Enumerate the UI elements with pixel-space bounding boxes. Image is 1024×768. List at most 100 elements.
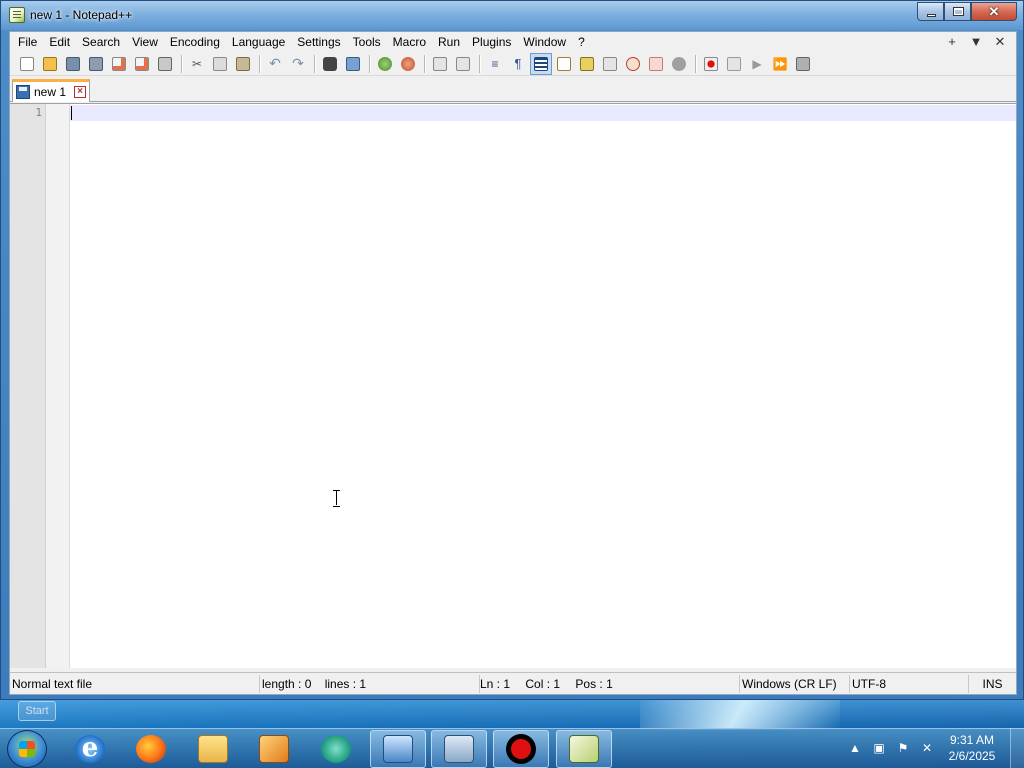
replace-button[interactable] — [342, 53, 364, 75]
status-encoding[interactable]: UTF-8 — [849, 674, 968, 693]
line-number-gutter: 1 — [10, 104, 46, 668]
status-pos: Pos : 1 — [575, 676, 613, 691]
menu-search[interactable]: Search — [76, 32, 126, 52]
taskbar-network[interactable] — [431, 730, 487, 768]
close-window-button[interactable]: ✕ — [971, 2, 1017, 21]
zoom-in-icon — [378, 56, 392, 71]
menu-window[interactable]: Window — [517, 32, 572, 52]
new-file-icon — [20, 56, 34, 71]
volume-muted-icon[interactable]: ✕ — [918, 739, 936, 757]
zoom-in-button[interactable] — [374, 53, 396, 75]
save-button[interactable] — [62, 53, 84, 75]
record-macro-icon — [704, 56, 718, 71]
word-wrap-button[interactable]: ≡ — [484, 53, 506, 75]
menu-tools[interactable]: Tools — [347, 32, 387, 52]
close-document-button[interactable]: ✕ — [988, 32, 1012, 52]
stop-recording-button[interactable] — [723, 53, 745, 75]
title-bar[interactable]: new 1 - Notepad++ ✕ — [1, 1, 1023, 30]
taskbar-firefox[interactable] — [123, 730, 179, 768]
save-all-button[interactable] — [85, 53, 107, 75]
new-file-button[interactable] — [16, 53, 38, 75]
redo-button[interactable]: ↷ — [287, 53, 309, 75]
monitoring-button[interactable] — [645, 53, 667, 75]
taskbar-internet-explorer[interactable] — [62, 730, 118, 768]
playback-macro-button[interactable]: ▶ — [746, 53, 768, 75]
notepadpp-app-icon[interactable] — [9, 7, 25, 23]
caption-buttons: ✕ — [917, 2, 1017, 21]
menu-encoding[interactable]: Encoding — [164, 32, 226, 52]
folder-as-workspace-button[interactable] — [622, 53, 644, 75]
open-file-button[interactable] — [39, 53, 61, 75]
copy-button[interactable] — [209, 53, 231, 75]
fold-margin[interactable] — [46, 104, 70, 668]
taskbar-file-explorer[interactable] — [185, 730, 241, 768]
sync-vertical-button[interactable] — [429, 53, 451, 75]
close-file-button[interactable] — [108, 53, 130, 75]
minimize-button[interactable] — [917, 2, 944, 21]
taskbar-chat-app[interactable] — [308, 730, 364, 768]
menu-run[interactable]: Run — [432, 32, 466, 52]
monitoring-icon — [649, 56, 663, 71]
status-bar: Normal text file length : 0 lines : 1 Ln… — [10, 672, 1016, 694]
save-macro-button[interactable] — [792, 53, 814, 75]
status-eol[interactable]: Windows (CR LF) — [739, 674, 849, 693]
show-all-characters-icon: ¶ — [514, 56, 522, 71]
chat-app-icon — [321, 735, 351, 763]
show-all-characters-button[interactable]: ¶ — [507, 53, 529, 75]
paste-button[interactable] — [232, 53, 254, 75]
show-desktop-button[interactable] — [1010, 728, 1024, 768]
save-macro-icon — [796, 56, 810, 71]
status-length-lines: length : 0 lines : 1 — [259, 674, 479, 693]
show-hidden-icons-icon[interactable]: ▲ — [846, 739, 864, 757]
tab-new-1[interactable]: new 1 × — [12, 79, 90, 102]
undo-button[interactable]: ↶ — [264, 53, 286, 75]
menu-view[interactable]: View — [126, 32, 164, 52]
menu-macro[interactable]: Macro — [387, 32, 432, 52]
taskbar-remote-desktop[interactable] — [370, 730, 426, 768]
menu-language[interactable]: Language — [226, 32, 291, 52]
tab-list-dropdown-button[interactable]: ▼ — [964, 32, 988, 52]
taskbar-notepadpp[interactable] — [556, 730, 612, 768]
document-map-button[interactable] — [576, 53, 598, 75]
spell-check-button[interactable] — [668, 53, 690, 75]
menu-edit[interactable]: Edit — [43, 32, 76, 52]
open-file-icon — [43, 56, 57, 71]
menu-settings[interactable]: Settings — [291, 32, 346, 52]
close-all-button[interactable] — [131, 53, 153, 75]
record-macro-button[interactable] — [700, 53, 722, 75]
maximize-button[interactable] — [944, 2, 971, 21]
status-insert-mode[interactable]: INS — [968, 674, 1014, 693]
run-macro-multiple-button[interactable]: ⏩ — [769, 53, 791, 75]
menu-help[interactable]: ? — [572, 32, 591, 52]
action-center-flag-icon[interactable]: ⚑ — [894, 739, 912, 757]
function-list-button[interactable] — [599, 53, 621, 75]
toolbar-separator — [259, 54, 260, 73]
start-button[interactable] — [7, 730, 47, 768]
editor-area[interactable]: 1 — [10, 103, 1016, 668]
cut-button[interactable]: ✂ — [186, 53, 208, 75]
network-status-icon[interactable]: ▣ — [870, 739, 888, 757]
find-icon — [323, 56, 337, 71]
tab-close-icon[interactable]: × — [74, 86, 87, 98]
sync-horizontal-button[interactable] — [452, 53, 474, 75]
indent-guide-button[interactable] — [530, 52, 552, 75]
taskbar-recorder[interactable] — [493, 730, 549, 768]
user-defined-language-button[interactable] — [553, 53, 575, 75]
zoom-out-icon — [401, 56, 415, 71]
zoom-out-button[interactable] — [397, 53, 419, 75]
new-tab-button[interactable]: + — [940, 32, 964, 52]
menu-file[interactable]: File — [12, 32, 43, 52]
taskbar-clock[interactable]: 9:31 AM 2/6/2025 — [942, 732, 1002, 764]
find-button[interactable] — [319, 53, 341, 75]
menu-plugins[interactable]: Plugins — [466, 32, 517, 52]
taskbar-media-player[interactable] — [246, 730, 302, 768]
undo-icon: ↶ — [269, 55, 281, 71]
toolbar-separator — [424, 54, 425, 73]
client-area: File Edit Search View Encoding Language … — [9, 31, 1017, 695]
toolbar-separator — [479, 54, 480, 73]
system-tray: ▲ ▣ ⚑ ✕ 9:31 AM 2/6/2025 — [846, 728, 1024, 768]
print-button[interactable] — [154, 53, 176, 75]
redo-icon: ↷ — [292, 55, 304, 71]
minimize-icon — [927, 14, 936, 17]
close-icon: ✕ — [988, 4, 1000, 19]
